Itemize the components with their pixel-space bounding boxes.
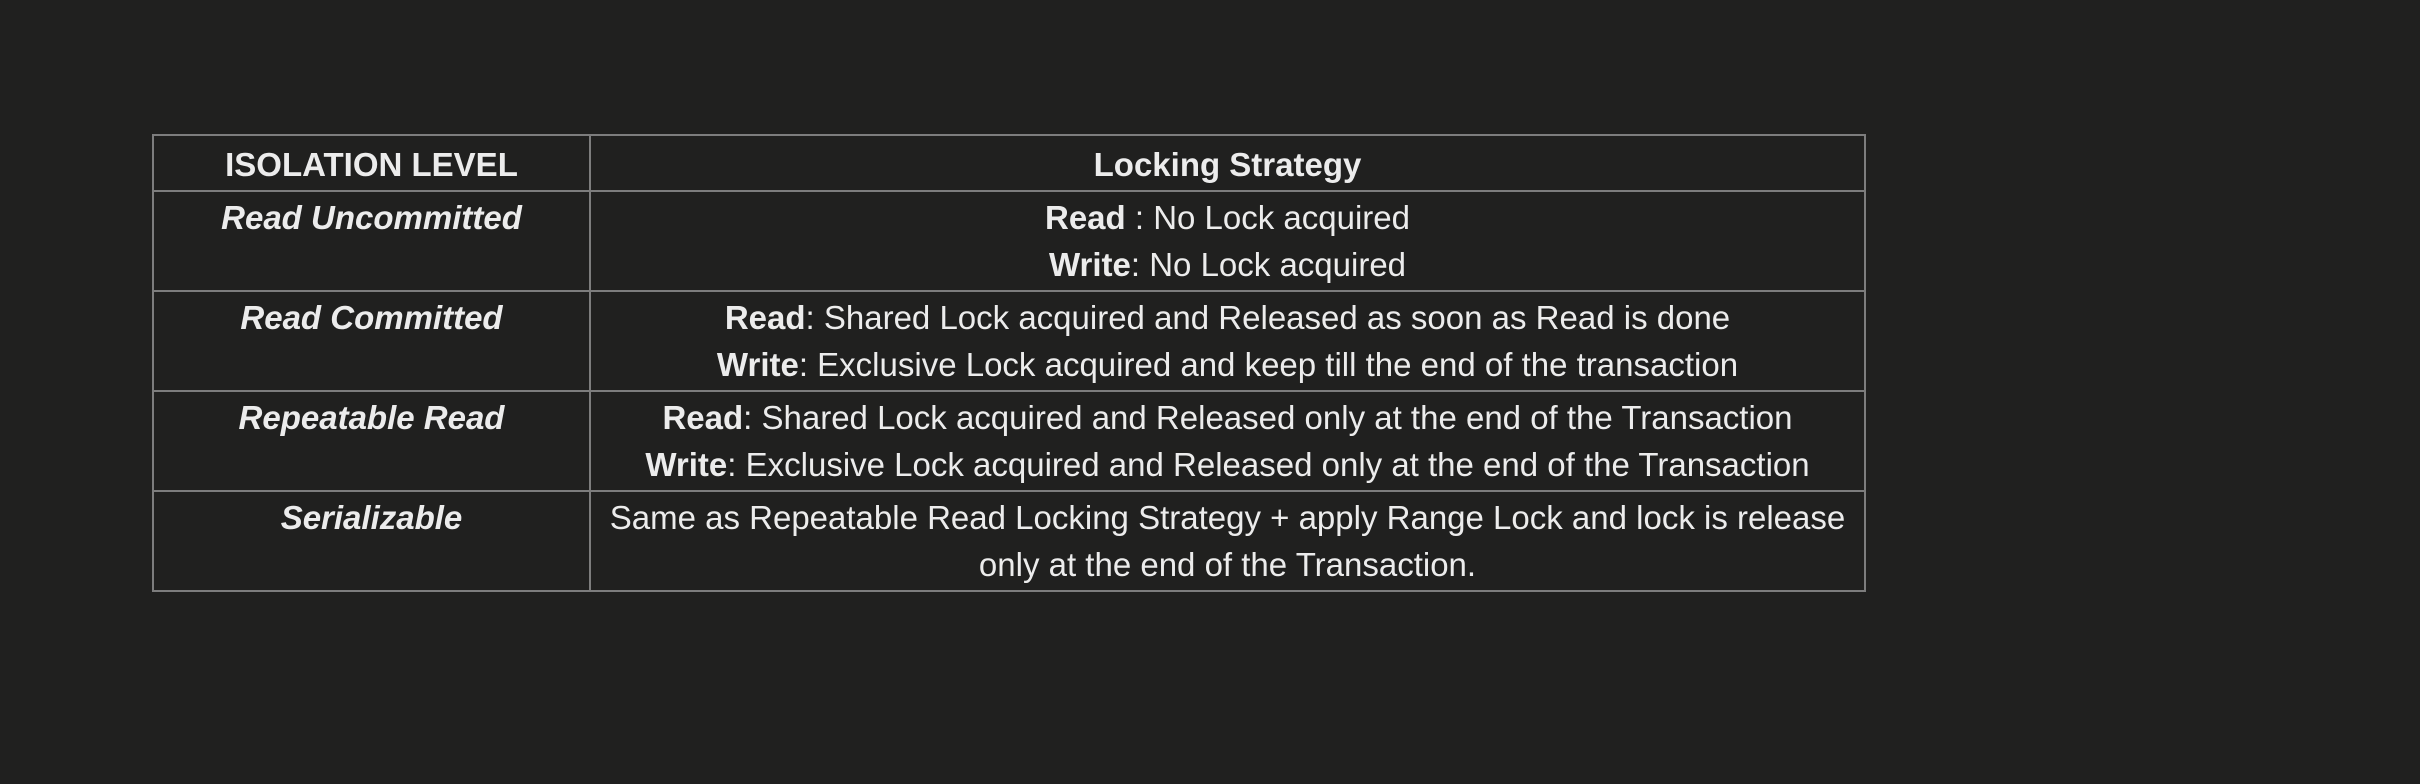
strategy-line: Write: Exclusive Lock acquired and Relea… [595,441,1860,488]
strategy-text: only at the end of the Transaction. [978,546,1477,583]
strategy-text: : No Lock acquired [1130,246,1407,283]
strategy-text: : Shared Lock acquired and Released as s… [805,299,1731,336]
locking-strategy-cell: Same as Repeatable Read Locking Strategy… [589,490,1866,592]
strategy-text: : Exclusive Lock acquired and Released o… [727,446,1810,483]
strategy-text: : No Lock acquired [1125,199,1411,236]
isolation-level-cell: Repeatable Read [152,390,591,492]
locking-strategy-cell: Read: Shared Lock acquired and Released … [589,390,1866,492]
strategy-keyword: Write [1048,246,1131,283]
table-row: Read Committed Read: Shared Lock acquire… [152,290,1866,392]
table-header-row: ISOLATION LEVEL Locking Strategy [152,134,1866,192]
locking-strategy-cell: Read : No Lock acquired Write: No Lock a… [589,190,1866,292]
strategy-line: Same as Repeatable Read Locking Strategy… [595,494,1860,541]
isolation-level-cell: Read Uncommitted [152,190,591,292]
strategy-keyword: Read [1044,199,1126,236]
isolation-level-cell: Read Committed [152,290,591,392]
strategy-text: : Exclusive Lock acquired and keep till … [798,346,1739,383]
strategy-line: Write: No Lock acquired [595,241,1860,288]
table-row: Repeatable Read Read: Shared Lock acquir… [152,390,1866,492]
strategy-keyword: Write [645,446,728,483]
table-row: Serializable Same as Repeatable Read Loc… [152,490,1866,592]
strategy-line: Read : No Lock acquired [595,194,1860,241]
strategy-keyword: Read [724,299,806,336]
strategy-line: only at the end of the Transaction. [595,541,1860,588]
header-locking-strategy: Locking Strategy [589,134,1866,192]
strategy-line: Write: Exclusive Lock acquired and keep … [595,341,1860,388]
isolation-levels-table-container: ISOLATION LEVEL Locking Strategy Read Un… [152,134,1866,592]
strategy-keyword: Write [716,346,799,383]
isolation-levels-table: ISOLATION LEVEL Locking Strategy Read Un… [152,134,1866,592]
isolation-level-cell: Serializable [152,490,591,592]
header-isolation-level: ISOLATION LEVEL [152,134,591,192]
strategy-text: : Shared Lock acquired and Released only… [743,399,1793,436]
strategy-line: Read: Shared Lock acquired and Released … [595,394,1860,441]
table-row: Read Uncommitted Read : No Lock acquired… [152,190,1866,292]
strategy-line: Read: Shared Lock acquired and Released … [595,294,1860,341]
locking-strategy-cell: Read: Shared Lock acquired and Released … [589,290,1866,392]
strategy-keyword: Read [662,399,744,436]
strategy-text: Same as Repeatable Read Locking Strategy… [609,499,1846,536]
